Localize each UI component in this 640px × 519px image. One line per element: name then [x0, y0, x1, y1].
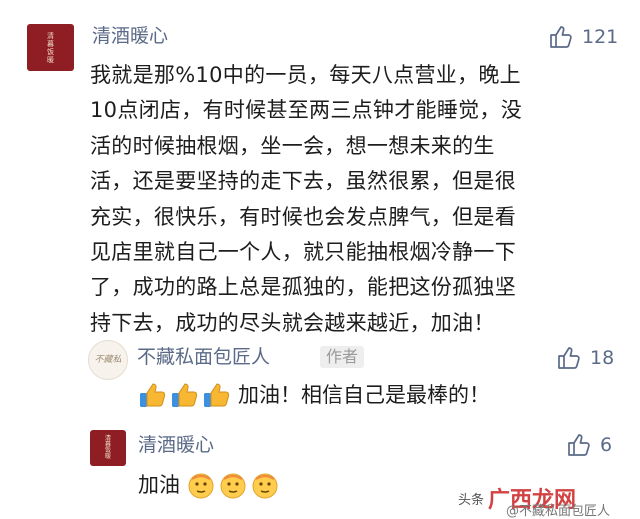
reply-commenter-avatar[interactable]: 清暮饭暖: [90, 430, 126, 466]
comment-line: 活，还是要坚持的走下去，虽然很累，但是很: [90, 169, 516, 194]
thumbs-up-emoji-icon: [204, 383, 230, 407]
reply-text: 加油: [138, 473, 180, 497]
reply-like-button[interactable]: 6: [566, 432, 612, 458]
reply-like-count: 6: [600, 434, 613, 456]
avatar-seal-text: 清暮饭暖: [104, 435, 111, 460]
reply-author-name[interactable]: 不藏私面包匠人: [137, 345, 270, 369]
like-count: 121: [582, 26, 619, 48]
comment-line: 持下去，成功的尽头就会越来越近，加油！: [90, 310, 495, 335]
comment-line: 10点闭店，有时候甚至两三点钟才能睡觉，没: [90, 98, 523, 123]
thumbs-up-icon: [558, 347, 580, 369]
comment-body: 我就是那%10中的一员，每天八点营业，晚上 10点闭店，有时候甚至两三点钟才能睡…: [90, 58, 600, 341]
reply-like-count: 18: [590, 347, 615, 369]
thumbs-up-icon: [550, 26, 572, 48]
like-button[interactable]: 121: [548, 24, 618, 50]
comment-line: 我就是那%10中的一员，每天八点营业，晚上: [90, 63, 521, 87]
commenter-avatar[interactable]: 清暮饭暖: [27, 24, 74, 71]
comment-line: 活的时候抽根烟，坐一会，想一想未来的生: [90, 133, 495, 158]
salute-face-emoji-icon: [188, 473, 214, 499]
reply-body: 加油: [138, 470, 280, 500]
reply-author-name[interactable]: 清酒暖心: [138, 433, 214, 457]
comment-line: 了，成功的路上总是孤独的，能把这份孤独坚: [90, 275, 516, 300]
reply-text: 加油！相信自己是最棒的！: [238, 383, 490, 407]
salute-face-emoji-icon: [252, 473, 278, 499]
watermark-handle: @不藏私面包匠人: [506, 504, 611, 519]
author-avatar-text: 不藏私: [94, 355, 122, 365]
comment-line: 充实，很快乐，有时候也会发点脾气，但是看: [90, 204, 516, 229]
avatar-seal-text: 清暮饭暖: [47, 32, 54, 64]
thumbs-up-icon: [568, 434, 590, 456]
reply-like-button[interactable]: 18: [556, 345, 614, 371]
commenter-name[interactable]: 清酒暖心: [92, 24, 168, 48]
author-avatar[interactable]: 不藏私: [88, 340, 128, 380]
watermark-brand: 头条: [458, 492, 485, 508]
thumbs-up-emoji-icon: [140, 383, 166, 407]
thumbs-up-emoji-icon: [172, 383, 198, 407]
author-badge: 作者: [320, 346, 365, 368]
comment-line: 见店里就自己一个人，就只能抽根烟冷静一下: [90, 240, 516, 265]
salute-face-emoji-icon: [220, 473, 246, 499]
reply-body: 加油！相信自己是最棒的！: [138, 380, 490, 410]
